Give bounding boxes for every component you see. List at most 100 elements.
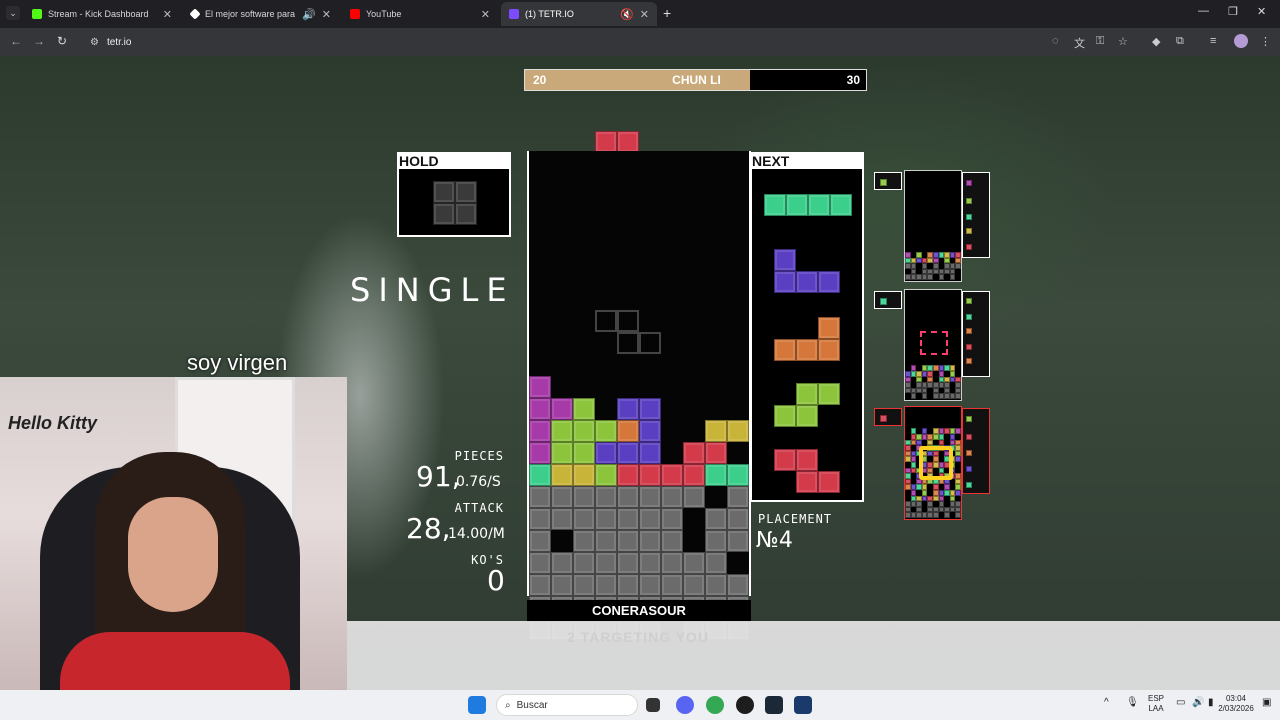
- clock[interactable]: 03:04 2/03/2026: [1214, 694, 1258, 714]
- tab-title: El mejor software para pote: [205, 9, 296, 19]
- playlist-icon[interactable]: ≡: [1210, 35, 1216, 47]
- opponent-mino: [938, 274, 945, 280]
- game-board: [527, 151, 751, 640]
- opponent-mino: [949, 268, 956, 275]
- opponent-mino: [921, 484, 928, 490]
- new-tab-icon[interactable]: +: [663, 5, 671, 21]
- next-mino: [818, 471, 840, 493]
- ghost-cell: [617, 310, 639, 332]
- mute-icon[interactable]: 🔊: [302, 8, 316, 21]
- opponent-next-mino: [966, 228, 972, 234]
- board-cell: [705, 574, 727, 596]
- menu-icon[interactable]: ⋮: [1260, 35, 1271, 48]
- board-cell: [639, 552, 661, 574]
- volume-icon[interactable]: 🔊: [1192, 698, 1204, 708]
- site-info-icon[interactable]: ⚙: [90, 37, 99, 48]
- extension-diamond-icon[interactable]: ◆: [1152, 35, 1160, 48]
- opponent-3-hold: [874, 408, 902, 426]
- close-icon[interactable]: ✕: [163, 8, 172, 21]
- minimize-icon[interactable]: —: [1198, 5, 1209, 17]
- board-cell: [661, 508, 683, 530]
- chrome-icon[interactable]: [706, 696, 724, 714]
- profile-avatar[interactable]: [1234, 34, 1248, 48]
- board-cell: [683, 552, 705, 574]
- board-cell: [551, 398, 573, 420]
- star-icon[interactable]: ☆: [1118, 35, 1128, 48]
- board-cell: [529, 464, 551, 486]
- hold-label: HOLD: [397, 152, 511, 170]
- extensions-icon[interactable]: ⧉: [1176, 35, 1184, 48]
- board-cell: [727, 530, 749, 552]
- opponent-mino: [916, 506, 922, 513]
- board-cell: [529, 442, 551, 464]
- board-cell: [705, 442, 727, 464]
- board-cell: [617, 530, 639, 552]
- board-cell: [573, 530, 595, 552]
- network-icon[interactable]: ▭: [1176, 698, 1185, 708]
- steam-icon[interactable]: [765, 696, 783, 714]
- opponent-mino: [910, 263, 917, 269]
- close-icon[interactable]: ✕: [322, 8, 331, 21]
- hold-mino: [433, 203, 455, 225]
- task-view-icon[interactable]: [646, 698, 660, 712]
- app-icon[interactable]: [794, 696, 812, 714]
- opponent-next-mino: [966, 344, 972, 350]
- opponent-mino: [955, 450, 961, 457]
- board-cell: [573, 508, 595, 530]
- streamer-shirt: [60, 632, 290, 690]
- next-mino: [774, 249, 796, 271]
- opponent-mino: [938, 495, 945, 502]
- tab-kick[interactable]: Stream - Kick Dashboard ✕: [24, 2, 180, 26]
- opponent-name: CHUN LI: [672, 73, 721, 87]
- next-mino: [786, 194, 808, 216]
- opponent-mino: [927, 371, 933, 377]
- tab-youtube[interactable]: YouTube ✕: [342, 2, 498, 26]
- mute-icon[interactable]: 🔇: [620, 8, 634, 21]
- opponent-mino: [916, 376, 922, 383]
- board-cell: [551, 442, 573, 464]
- reload-icon[interactable]: ↻: [57, 34, 67, 48]
- back-icon[interactable]: ←: [10, 34, 22, 48]
- windows-start-icon[interactable]: [468, 696, 486, 714]
- board-cell: [573, 398, 595, 420]
- board-cell: [639, 464, 661, 486]
- forward-icon[interactable]: →: [33, 34, 45, 48]
- translate-icon[interactable]: 文: [1074, 35, 1085, 51]
- address-bar[interactable]: ⚙ tetr.io: [80, 32, 1140, 52]
- discord-icon[interactable]: [676, 696, 694, 714]
- board-cell: [529, 574, 551, 596]
- window-close-icon[interactable]: ✕: [1257, 5, 1266, 18]
- notification-icon[interactable]: ▣: [1262, 698, 1271, 708]
- language-indicator[interactable]: ESP LAA: [1148, 694, 1164, 714]
- key-icon[interactable]: ⚿: [1096, 35, 1104, 48]
- tab-software[interactable]: El mejor software para pote 🔊 ✕: [183, 2, 339, 26]
- ghost-cell: [617, 332, 639, 354]
- opponent-next-mino: [966, 466, 972, 472]
- opponent-mino: [944, 257, 950, 264]
- close-icon[interactable]: ✕: [640, 8, 649, 21]
- opponent-next-mino: [966, 434, 972, 440]
- microphone-icon[interactable]: 🎙: [1126, 698, 1139, 708]
- board-cell: [595, 508, 617, 530]
- obs-icon[interactable]: [736, 696, 754, 714]
- tab-search-icon[interactable]: ⌄: [6, 6, 20, 20]
- board-cell: [573, 442, 595, 464]
- targeting-text: 2 TARGETING YOU: [567, 629, 710, 645]
- taskbar-search[interactable]: ⌕ Buscar: [496, 694, 638, 716]
- clock-time: 03:04: [1225, 694, 1247, 703]
- close-icon[interactable]: ✕: [481, 8, 490, 21]
- eye-off-icon[interactable]: ◌: [1052, 35, 1059, 47]
- next-mino: [818, 271, 840, 293]
- tab-tetrio[interactable]: (1) TETR.IO 🔇 ✕: [501, 2, 657, 26]
- battery-icon[interactable]: ▮: [1208, 698, 1214, 708]
- webcam-caption: soy virgen: [187, 350, 288, 375]
- board-cell: [661, 464, 683, 486]
- tray-expand-icon[interactable]: ^: [1104, 698, 1109, 708]
- board-cell: [727, 420, 749, 442]
- pieces-rate: 0.76/S: [456, 474, 501, 490]
- restore-icon[interactable]: ❐: [1228, 5, 1238, 18]
- right-score: 30: [846, 73, 860, 87]
- board-cell: [529, 530, 551, 552]
- game-page: 20 CHUN LI 30 HOLD NEXT SINGLE PIECES 91…: [0, 56, 1280, 690]
- pieces-value: 91,: [416, 460, 461, 493]
